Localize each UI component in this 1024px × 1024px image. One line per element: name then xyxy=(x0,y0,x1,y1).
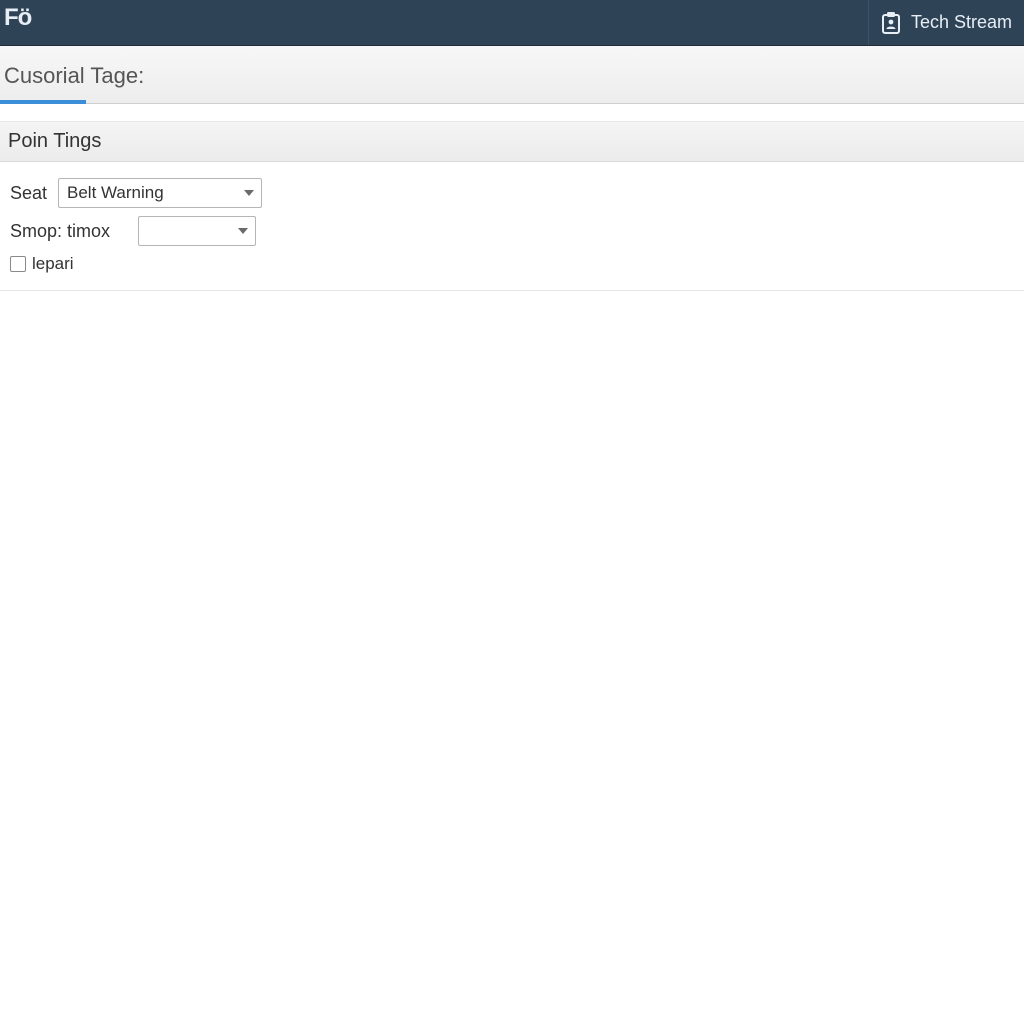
tab-cusorial-tage[interactable]: Cusorial Tage: xyxy=(0,49,148,103)
section-header: Poin Tings xyxy=(0,122,1024,162)
logo: Fö xyxy=(4,4,31,32)
tab-label: Cusorial Tage: xyxy=(4,63,144,88)
smop-label: Smop: timox xyxy=(10,221,130,242)
tab-strip-gap xyxy=(0,104,1024,122)
chevron-down-icon xyxy=(231,217,255,245)
tech-stream-group[interactable]: Tech Stream xyxy=(869,0,1024,45)
empty-content xyxy=(0,291,1024,1011)
chevron-down-icon xyxy=(237,179,261,207)
seat-select[interactable]: Belt Warning xyxy=(58,178,262,208)
seat-select-value: Belt Warning xyxy=(59,183,237,203)
row-seat: Seat Belt Warning xyxy=(10,178,1014,208)
tab-strip: Cusorial Tage: xyxy=(0,46,1024,104)
tech-stream-label: Tech Stream xyxy=(911,12,1012,33)
lepari-label: lepari xyxy=(32,254,74,274)
form-body: Seat Belt Warning Smop: timox lepari xyxy=(0,162,1024,291)
smop-select[interactable] xyxy=(138,216,256,246)
clipboard-user-icon xyxy=(881,12,901,34)
row-smop: Smop: timox xyxy=(10,216,1014,246)
section-title: Poin Tings xyxy=(8,130,101,153)
lepari-checkbox[interactable] xyxy=(10,256,26,272)
top-bar: Fö Tech Stream xyxy=(0,0,1024,46)
logo-text: Fö xyxy=(4,4,31,32)
seat-label: Seat xyxy=(10,183,50,204)
row-lepari: lepari xyxy=(10,254,1014,274)
top-bar-right: Tech Stream xyxy=(868,0,1024,45)
